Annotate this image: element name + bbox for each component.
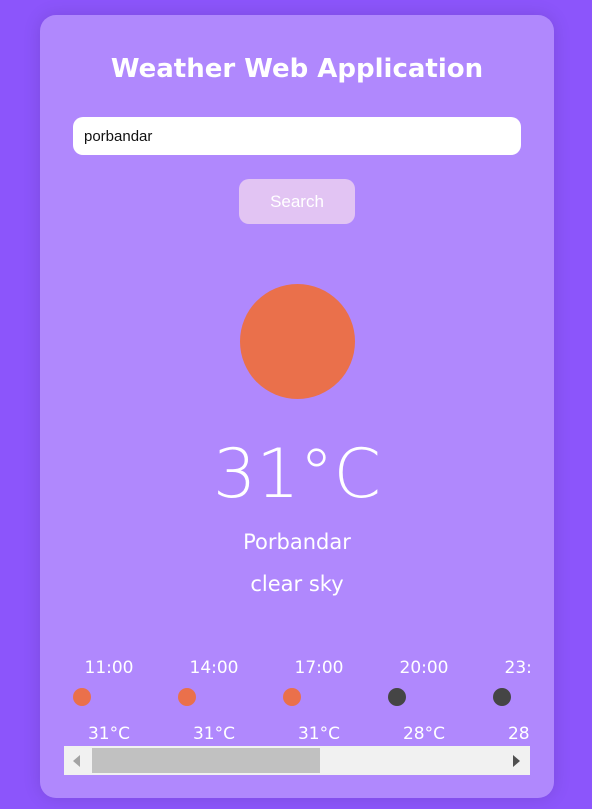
scroll-left-button[interactable] (64, 746, 92, 775)
forecast-item: 17:00 31°C (274, 655, 364, 745)
moon-icon (388, 688, 406, 706)
forecast-item: 11:00 31°C (64, 655, 154, 745)
app-title: Weather Web Application (110, 54, 484, 84)
scroll-right-button[interactable] (502, 746, 530, 775)
forecast-temp: 28°C (402, 724, 445, 744)
forecast-temp: 31°C (87, 724, 130, 744)
forecast-item: 14:00 31°C (169, 655, 259, 745)
sun-icon (240, 284, 355, 399)
weather-card: Weather Web Application Search 31°C Porb… (40, 15, 554, 798)
forecast-temp: 28°C (507, 724, 530, 744)
hourly-forecast[interactable]: 11:00 31°C 14:00 31°C 17:00 31°C 20:00 2… (64, 655, 530, 745)
sun-icon (73, 688, 91, 706)
forecast-item: 23:00 28°C (484, 655, 530, 745)
sun-icon (283, 688, 301, 706)
sun-icon (178, 688, 196, 706)
city-search-input[interactable] (73, 117, 521, 155)
moon-icon (493, 688, 511, 706)
search-button[interactable]: Search (239, 179, 355, 224)
forecast-item: 20:00 28°C (379, 655, 469, 745)
city-name: Porbandar (243, 530, 351, 554)
forecast-time: 17:00 (294, 658, 344, 678)
forecast-time: 23:00 (504, 658, 531, 678)
arrow-right-icon (513, 755, 520, 767)
forecast-time: 20:00 (399, 658, 449, 678)
forecast-temp: 31°C (192, 724, 235, 744)
arrow-left-icon (73, 755, 80, 767)
current-temperature: 31°C (212, 435, 381, 514)
scroll-thumb[interactable] (92, 748, 320, 773)
weather-description: clear sky (250, 572, 344, 596)
forecast-time: 11:00 (84, 658, 134, 678)
forecast-temp: 31°C (297, 724, 340, 744)
forecast-time: 14:00 (189, 658, 239, 678)
forecast-scrollbar[interactable] (64, 746, 530, 775)
